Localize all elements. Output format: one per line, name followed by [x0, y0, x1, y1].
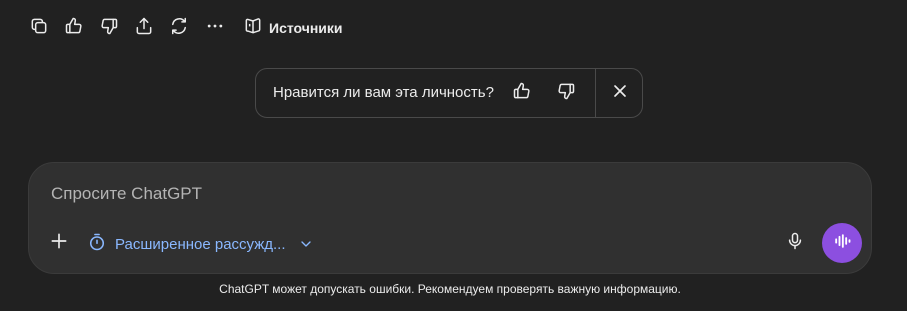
share-button[interactable]	[130, 14, 158, 42]
chevron-down-icon	[298, 236, 314, 252]
voice-mode-button[interactable]	[822, 223, 862, 263]
sources-label: Источники	[269, 20, 343, 36]
microphone-icon	[785, 231, 805, 256]
prompt-input[interactable]	[51, 179, 751, 209]
sources-button[interactable]: Источники	[243, 14, 343, 42]
thumbs-up-icon	[64, 16, 84, 41]
feedback-divider	[595, 69, 596, 117]
close-icon	[610, 81, 630, 106]
copy-icon	[29, 16, 49, 41]
personality-feedback-prompt: Нравится ли вам эта личность?	[255, 68, 643, 118]
good-response-button[interactable]	[60, 14, 88, 42]
bad-response-button[interactable]	[95, 14, 123, 42]
dictate-button[interactable]	[781, 229, 809, 257]
share-icon	[134, 16, 154, 41]
book-icon	[243, 16, 263, 41]
voice-waveform-icon	[832, 231, 852, 256]
feedback-like-button[interactable]	[508, 79, 536, 107]
more-actions-button[interactable]	[201, 14, 229, 42]
reasoning-mode-label: Расширенное рассужд...	[115, 235, 286, 253]
disclaimer-text: ChatGPT может допускать ошибки. Рекоменд…	[219, 282, 681, 296]
feedback-dislike-button[interactable]	[552, 79, 580, 107]
feedback-close-button[interactable]	[606, 79, 634, 107]
feedback-question: Нравится ли вам эта личность?	[273, 84, 494, 101]
copy-button[interactable]	[25, 14, 53, 42]
message-composer: Расширенное рассужд...	[28, 162, 872, 274]
more-icon	[205, 16, 225, 41]
plus-icon	[49, 231, 69, 256]
thumbs-up-icon	[512, 81, 532, 106]
regenerate-icon	[169, 16, 189, 41]
regenerate-button[interactable]	[165, 14, 193, 42]
timer-icon	[87, 232, 107, 257]
attach-button[interactable]	[45, 229, 73, 257]
thumbs-down-icon	[556, 81, 576, 106]
reasoning-mode-selector[interactable]: Расширенное рассужд...	[87, 229, 314, 259]
thumbs-down-icon	[99, 16, 119, 41]
